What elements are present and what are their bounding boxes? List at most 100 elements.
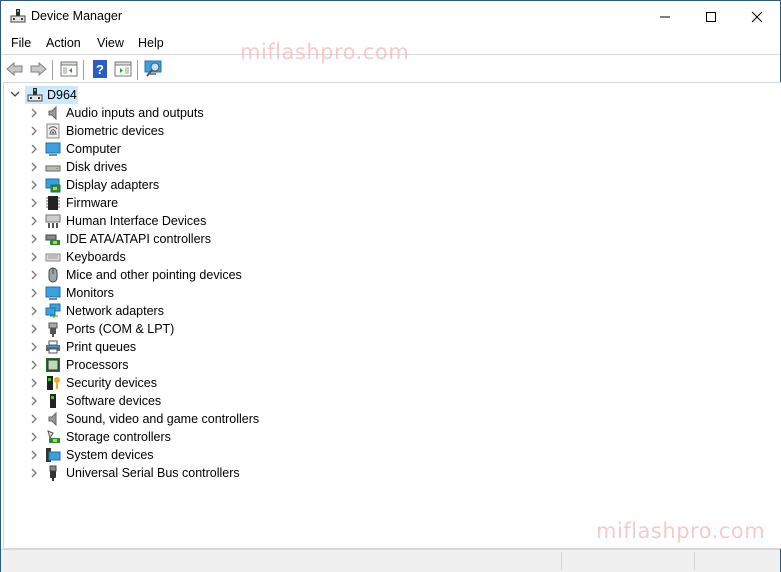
hid-icon	[45, 214, 61, 228]
menu-view[interactable]: View	[97, 36, 124, 50]
tree-node[interactable]: Monitors	[4, 284, 404, 302]
display-adapter-icon	[45, 178, 61, 193]
tree-node[interactable]: Keyboards	[4, 248, 404, 266]
toolbar-separator	[52, 60, 53, 80]
status-pane	[694, 552, 780, 570]
tree-node[interactable]: Software devices	[4, 392, 404, 410]
window-title: Device Manager	[31, 9, 123, 23]
help-icon[interactable]: ?	[90, 59, 110, 79]
menu-file[interactable]: File	[11, 36, 31, 50]
disk-drive-icon	[45, 165, 61, 172]
tree-node[interactable]: Universal Serial Bus controllers	[4, 464, 404, 482]
scan-hardware-changes-icon[interactable]	[144, 59, 164, 79]
svg-text:?: ?	[96, 62, 104, 77]
tree-node-label: Keyboards	[66, 250, 126, 264]
tree-node-label: Computer	[66, 142, 121, 156]
computer-icon	[45, 142, 61, 156]
security-device-icon	[47, 376, 60, 390]
tree-node-label: Audio inputs and outputs	[66, 106, 204, 120]
tree-root[interactable]: D964	[4, 86, 84, 104]
tree-node-label: Human Interface Devices	[66, 214, 207, 228]
tree-node[interactable]: Storage controllers	[4, 428, 404, 446]
chevron-right-icon[interactable]	[29, 216, 39, 226]
tree-node[interactable]: Computer	[4, 140, 404, 158]
software-device-icon	[50, 394, 56, 408]
menu-action[interactable]: Action	[46, 36, 81, 50]
maximize-button[interactable]	[688, 1, 734, 32]
forward-arrow-icon[interactable]	[28, 59, 48, 79]
menu-help[interactable]: Help	[138, 36, 164, 50]
tree-node-label: Sound, video and game controllers	[66, 412, 260, 426]
chevron-right-icon[interactable]	[29, 342, 39, 352]
device-manager-window: Device Manager File Action View Help ? D…	[0, 0, 781, 572]
show-hide-action-pane-icon[interactable]	[113, 59, 133, 79]
tree-node-label: Display adapters	[66, 178, 160, 192]
tree-node[interactable]: Ports (COM & LPT)	[4, 320, 404, 338]
tree-node[interactable]: Audio inputs and outputs	[4, 104, 404, 122]
tree-node-label: Ports (COM & LPT)	[66, 322, 175, 336]
tree-node-label: Security devices	[66, 376, 158, 390]
chevron-right-icon[interactable]	[29, 288, 39, 298]
title-bar[interactable]: Device Manager	[1, 1, 780, 32]
tree-node[interactable]: Print queues	[4, 338, 404, 356]
chevron-right-icon[interactable]	[29, 198, 39, 208]
chevron-right-icon[interactable]	[29, 450, 39, 460]
tree-node[interactable]: Disk drives	[4, 158, 404, 176]
tree-node[interactable]: Sound, video and game controllers	[4, 410, 404, 428]
tree-node-label: Print queues	[66, 340, 137, 354]
toolbar-separator	[137, 60, 138, 80]
chevron-right-icon[interactable]	[29, 108, 39, 118]
chevron-right-icon[interactable]	[29, 144, 39, 154]
firmware-chip-icon	[46, 196, 60, 210]
close-button[interactable]	[734, 1, 780, 32]
chevron-right-icon[interactable]	[29, 360, 39, 370]
chevron-right-icon[interactable]	[29, 396, 39, 406]
tree-node[interactable]: Security devices	[4, 374, 404, 392]
tree-node[interactable]: Display adapters	[4, 176, 404, 194]
tree-node-label: System devices	[66, 448, 154, 462]
chevron-right-icon[interactable]	[29, 252, 39, 262]
chevron-down-icon[interactable]	[10, 91, 20, 99]
tree-node[interactable]: Biometric devices	[4, 122, 404, 140]
tree-node[interactable]: Human Interface Devices	[4, 212, 404, 230]
chevron-right-icon[interactable]	[29, 468, 39, 478]
chevron-right-icon[interactable]	[29, 234, 39, 244]
chevron-right-icon[interactable]	[29, 180, 39, 190]
chevron-right-icon[interactable]	[29, 324, 39, 334]
speaker-icon	[48, 411, 57, 427]
device-manager-icon	[10, 9, 26, 23]
computer-root-icon	[27, 88, 43, 102]
show-hide-console-tree-icon[interactable]	[59, 59, 79, 79]
maximize-icon	[706, 11, 716, 22]
processor-icon	[46, 358, 60, 372]
network-adapter-icon	[45, 303, 61, 318]
tree-node[interactable]: Firmware	[4, 194, 404, 212]
tree-node[interactable]: Processors	[4, 356, 404, 374]
chevron-right-icon[interactable]	[29, 432, 39, 442]
system-device-icon	[46, 448, 61, 462]
tree-node[interactable]: Mice and other pointing devices	[4, 266, 404, 284]
monitor-icon	[45, 286, 61, 300]
minimize-icon	[660, 16, 670, 17]
status-bar	[1, 549, 780, 572]
tree-node[interactable]: IDE ATA/ATAPI controllers	[4, 230, 404, 248]
chevron-right-icon[interactable]	[29, 306, 39, 316]
minimize-button[interactable]	[642, 1, 688, 32]
chevron-right-icon[interactable]	[29, 414, 39, 424]
printer-icon	[46, 340, 60, 354]
tree-node-label: Mice and other pointing devices	[66, 268, 242, 282]
device-tree[interactable]: D964 Audio inputs and outputs Biometric d…	[3, 82, 781, 549]
tree-node-label: Network adapters	[66, 304, 164, 318]
back-arrow-icon[interactable]	[5, 59, 25, 79]
tree-node[interactable]: Network adapters	[4, 302, 404, 320]
chevron-right-icon[interactable]	[29, 270, 39, 280]
tree-node-label: Processors	[66, 358, 129, 372]
chevron-right-icon[interactable]	[29, 126, 39, 136]
keyboard-icon	[45, 253, 61, 262]
chevron-right-icon[interactable]	[29, 378, 39, 388]
tree-node[interactable]: System devices	[4, 446, 404, 464]
storage-controller-icon	[47, 430, 60, 443]
tree-node-label: Firmware	[66, 196, 119, 210]
tree-node-label: Universal Serial Bus controllers	[66, 466, 240, 480]
chevron-right-icon[interactable]	[29, 162, 39, 172]
